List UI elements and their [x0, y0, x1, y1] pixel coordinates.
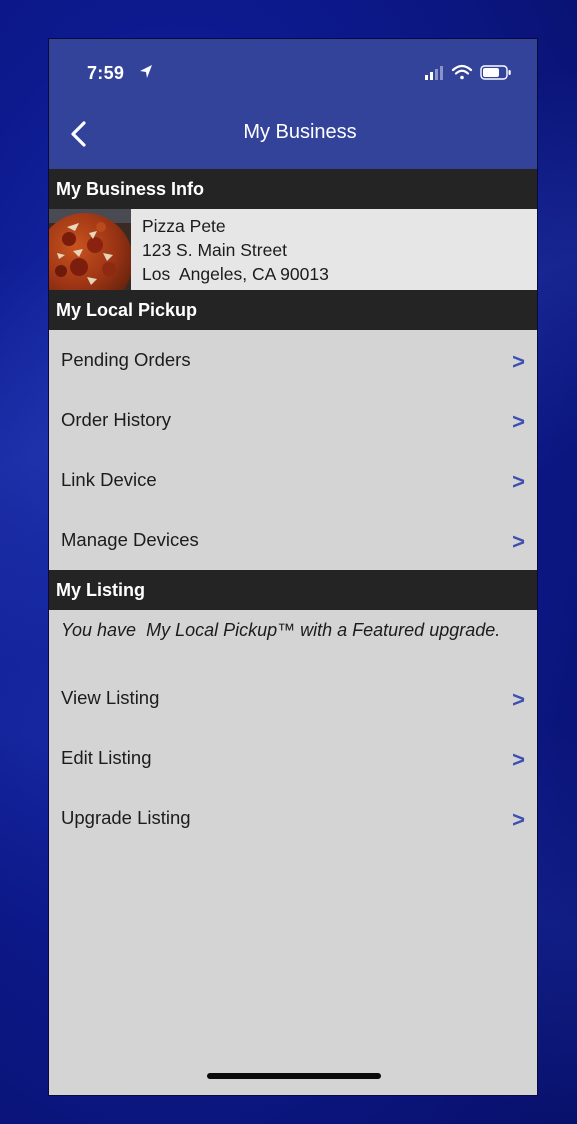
row-label: Pending Orders [61, 349, 191, 370]
business-info-card[interactable]: Pizza Pete 123 S. Main Street Los Angele… [49, 209, 537, 290]
row-label: Link Device [61, 469, 157, 490]
cellular-signal-icon [425, 66, 443, 80]
row-label: Order History [61, 409, 171, 430]
chevron-right-icon: > [512, 807, 525, 832]
order-history-row[interactable]: Order History > [49, 390, 537, 450]
view-listing-row[interactable]: View Listing > [49, 668, 537, 728]
section-header-local-pickup: My Local Pickup [49, 290, 537, 330]
link-device-row[interactable]: Link Device > [49, 450, 537, 510]
section-header-listing: My Listing [49, 570, 537, 610]
chevron-right-icon: > [512, 349, 525, 374]
status-time: 7:59 [87, 63, 125, 83]
business-street: 123 S. Main Street [142, 240, 287, 260]
phone-screen: 7:59 My Business My Business Info Pizza … [48, 38, 538, 1096]
row-label: Edit Listing [61, 747, 152, 768]
row-label: Manage Devices [61, 529, 199, 550]
chevron-right-icon: > [512, 747, 525, 772]
pizza-thumbnail [49, 209, 131, 290]
chevron-right-icon: > [512, 529, 525, 554]
home-indicator[interactable] [207, 1073, 381, 1079]
business-city: Los Angeles, CA 90013 [142, 264, 329, 284]
row-label: Upgrade Listing [61, 807, 191, 828]
battery-icon [480, 65, 511, 80]
row-label: View Listing [61, 687, 160, 708]
pending-orders-row[interactable]: Pending Orders > [49, 330, 537, 390]
business-details: Pizza Pete 123 S. Main Street Los Angele… [142, 214, 329, 286]
status-icons [425, 64, 511, 80]
listing-note: You have My Local Pickup™ with a Feature… [61, 620, 501, 640]
page-title: My Business [243, 121, 357, 143]
upgrade-listing-row[interactable]: Upgrade Listing > [49, 788, 537, 848]
edit-listing-row[interactable]: Edit Listing > [49, 728, 537, 788]
location-arrow-icon [140, 65, 152, 78]
section-header-business-info: My Business Info [49, 169, 537, 209]
manage-devices-row[interactable]: Manage Devices > [49, 510, 537, 570]
chevron-right-icon: > [512, 687, 525, 712]
chevron-right-icon: > [512, 409, 525, 434]
wifi-icon [451, 64, 473, 80]
chevron-right-icon: > [512, 469, 525, 494]
nav-header: 7:59 My Business [49, 39, 537, 169]
business-name: Pizza Pete [142, 216, 226, 236]
